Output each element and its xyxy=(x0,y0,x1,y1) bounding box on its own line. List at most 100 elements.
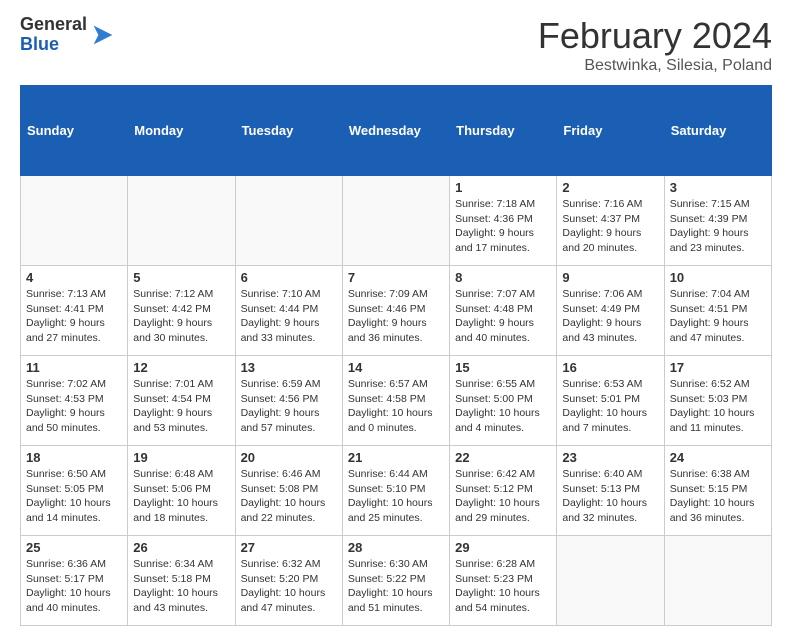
table-row: 2 Sunrise: 7:16 AM Sunset: 4:37 PM Daylig… xyxy=(557,176,664,266)
day-info: Sunrise: 7:01 AM Sunset: 4:54 PM Dayligh… xyxy=(133,377,229,436)
table-row: 26 Sunrise: 6:34 AM Sunset: 5:18 PM Dayli… xyxy=(128,536,235,626)
day-info: Sunrise: 6:46 AM Sunset: 5:08 PM Dayligh… xyxy=(241,467,337,526)
table-row: 12 Sunrise: 7:01 AM Sunset: 4:54 PM Dayli… xyxy=(128,356,235,446)
table-row: 24 Sunrise: 6:38 AM Sunset: 5:15 PM Dayli… xyxy=(664,446,771,536)
table-row: 19Sunrise: 6:48 AM Sunset: 5:06 PM Dayli… xyxy=(128,446,235,536)
day-number: 27 xyxy=(241,540,337,555)
day-number: 29 xyxy=(455,540,551,555)
day-number: 3 xyxy=(670,180,766,195)
day-number: 6 xyxy=(241,270,337,285)
day-info: Sunrise: 7:16 AM Sunset: 4:37 PM Dayligh… xyxy=(562,197,658,256)
day-number: 5 xyxy=(133,270,229,285)
day-info: Sunrise: 6:48 AM Sunset: 5:06 PM Dayligh… xyxy=(133,467,229,526)
table-row: 9Sunrise: 7:06 AM Sunset: 4:49 PM Daylig… xyxy=(557,266,664,356)
day-number: 24 xyxy=(670,450,766,465)
weekday-monday: Monday xyxy=(128,86,235,176)
day-number: 16 xyxy=(562,360,658,375)
day-number: 17 xyxy=(670,360,766,375)
weekday-thursday: Thursday xyxy=(450,86,557,176)
day-info: Sunrise: 6:40 AM Sunset: 5:13 PM Dayligh… xyxy=(562,467,658,526)
day-number: 13 xyxy=(241,360,337,375)
day-info: Sunrise: 6:50 AM Sunset: 5:05 PM Dayligh… xyxy=(26,467,122,526)
calendar-table: Sunday Monday Tuesday Wednesday Thursday… xyxy=(20,85,772,626)
table-row: 1 Sunrise: 7:18 AM Sunset: 4:36 PM Daylig… xyxy=(450,176,557,266)
table-row: 23Sunrise: 6:40 AM Sunset: 5:13 PM Dayli… xyxy=(557,446,664,536)
table-row: 29 Sunrise: 6:28 AM Sunset: 5:23 PM Dayli… xyxy=(450,536,557,626)
table-row xyxy=(557,536,664,626)
table-row: 4 Sunrise: 7:13 AM Sunset: 4:41 PM Daylig… xyxy=(21,266,128,356)
day-number: 25 xyxy=(26,540,122,555)
table-row: 3 Sunrise: 7:15 AM Sunset: 4:39 PM Daylig… xyxy=(664,176,771,266)
day-number: 28 xyxy=(348,540,444,555)
table-row: 18 Sunrise: 6:50 AM Sunset: 5:05 PM Dayli… xyxy=(21,446,128,536)
day-number: 2 xyxy=(562,180,658,195)
table-row: 11 Sunrise: 7:02 AM Sunset: 4:53 PM Dayli… xyxy=(21,356,128,446)
logo: General Blue xyxy=(20,15,117,55)
table-row xyxy=(664,536,771,626)
day-number: 7 xyxy=(348,270,444,285)
table-row: 7 Sunrise: 7:09 AM Sunset: 4:46 PM Daylig… xyxy=(342,266,449,356)
day-number: 26 xyxy=(133,540,229,555)
location-subtitle: Bestwinka, Silesia, Poland xyxy=(538,57,772,75)
day-info: Sunrise: 7:04 AM Sunset: 4:51 PM Dayligh… xyxy=(670,287,766,346)
calendar-week-row: 18 Sunrise: 6:50 AM Sunset: 5:05 PM Dayli… xyxy=(21,446,772,536)
table-row: 15 Sunrise: 6:55 AM Sunset: 5:00 PM Dayli… xyxy=(450,356,557,446)
day-info: Sunrise: 6:44 AM Sunset: 5:10 PM Dayligh… xyxy=(348,467,444,526)
day-info: Sunrise: 7:10 AM Sunset: 4:44 PM Dayligh… xyxy=(241,287,337,346)
day-info: Sunrise: 6:53 AM Sunset: 5:01 PM Dayligh… xyxy=(562,377,658,436)
table-row xyxy=(342,176,449,266)
day-number: 14 xyxy=(348,360,444,375)
day-number: 15 xyxy=(455,360,551,375)
calendar-week-row: 11 Sunrise: 7:02 AM Sunset: 4:53 PM Dayli… xyxy=(21,356,772,446)
weekday-friday: Friday xyxy=(557,86,664,176)
day-number: 1 xyxy=(455,180,551,195)
day-info: Sunrise: 7:15 AM Sunset: 4:39 PM Dayligh… xyxy=(670,197,766,256)
day-info: Sunrise: 6:59 AM Sunset: 4:56 PM Dayligh… xyxy=(241,377,337,436)
logo-text: General Blue xyxy=(20,15,87,55)
logo-general: General xyxy=(20,15,87,35)
day-number: 18 xyxy=(26,450,122,465)
calendar-week-row: 4 Sunrise: 7:13 AM Sunset: 4:41 PM Daylig… xyxy=(21,266,772,356)
day-info: Sunrise: 6:30 AM Sunset: 5:22 PM Dayligh… xyxy=(348,557,444,616)
calendar-week-row: 1 Sunrise: 7:18 AM Sunset: 4:36 PM Daylig… xyxy=(21,176,772,266)
day-number: 11 xyxy=(26,360,122,375)
day-number: 20 xyxy=(241,450,337,465)
day-info: Sunrise: 6:34 AM Sunset: 5:18 PM Dayligh… xyxy=(133,557,229,616)
day-info: Sunrise: 7:06 AM Sunset: 4:49 PM Dayligh… xyxy=(562,287,658,346)
weekday-wednesday: Wednesday xyxy=(342,86,449,176)
day-info: Sunrise: 7:12 AM Sunset: 4:42 PM Dayligh… xyxy=(133,287,229,346)
day-info: Sunrise: 7:02 AM Sunset: 4:53 PM Dayligh… xyxy=(26,377,122,436)
page-header: General Blue February 2024 Bestwinka, Si… xyxy=(20,15,772,75)
table-row xyxy=(21,176,128,266)
table-row: 5 Sunrise: 7:12 AM Sunset: 4:42 PM Daylig… xyxy=(128,266,235,356)
weekday-tuesday: Tuesday xyxy=(235,86,342,176)
weekday-saturday: Saturday xyxy=(664,86,771,176)
day-number: 12 xyxy=(133,360,229,375)
page-container: General Blue February 2024 Bestwinka, Si… xyxy=(0,0,792,641)
day-info: Sunrise: 7:07 AM Sunset: 4:48 PM Dayligh… xyxy=(455,287,551,346)
table-row: 13 Sunrise: 6:59 AM Sunset: 4:56 PM Dayli… xyxy=(235,356,342,446)
month-year-title: February 2024 xyxy=(538,15,772,57)
weekday-sunday: Sunday xyxy=(21,86,128,176)
table-row: 14 Sunrise: 6:57 AM Sunset: 4:58 PM Dayli… xyxy=(342,356,449,446)
table-row: 28 Sunrise: 6:30 AM Sunset: 5:22 PM Dayli… xyxy=(342,536,449,626)
table-row: 16 Sunrise: 6:53 AM Sunset: 5:01 PM Dayli… xyxy=(557,356,664,446)
table-row: 27 Sunrise: 6:32 AM Sunset: 5:20 PM Dayli… xyxy=(235,536,342,626)
day-info: Sunrise: 6:38 AM Sunset: 5:15 PM Dayligh… xyxy=(670,467,766,526)
table-row xyxy=(235,176,342,266)
table-row: 6 Sunrise: 7:10 AM Sunset: 4:44 PM Daylig… xyxy=(235,266,342,356)
day-info: Sunrise: 7:18 AM Sunset: 4:36 PM Dayligh… xyxy=(455,197,551,256)
day-number: 4 xyxy=(26,270,122,285)
calendar-header-row: Sunday Monday Tuesday Wednesday Thursday… xyxy=(21,86,772,176)
day-info: Sunrise: 7:13 AM Sunset: 4:41 PM Dayligh… xyxy=(26,287,122,346)
day-info: Sunrise: 6:55 AM Sunset: 5:00 PM Dayligh… xyxy=(455,377,551,436)
day-info: Sunrise: 7:09 AM Sunset: 4:46 PM Dayligh… xyxy=(348,287,444,346)
day-info: Sunrise: 6:57 AM Sunset: 4:58 PM Dayligh… xyxy=(348,377,444,436)
day-info: Sunrise: 6:42 AM Sunset: 5:12 PM Dayligh… xyxy=(455,467,551,526)
day-info: Sunrise: 6:52 AM Sunset: 5:03 PM Dayligh… xyxy=(670,377,766,436)
table-row: 21Sunrise: 6:44 AM Sunset: 5:10 PM Dayli… xyxy=(342,446,449,536)
day-number: 8 xyxy=(455,270,551,285)
day-info: Sunrise: 6:32 AM Sunset: 5:20 PM Dayligh… xyxy=(241,557,337,616)
day-info: Sunrise: 6:28 AM Sunset: 5:23 PM Dayligh… xyxy=(455,557,551,616)
day-info: Sunrise: 6:36 AM Sunset: 5:17 PM Dayligh… xyxy=(26,557,122,616)
